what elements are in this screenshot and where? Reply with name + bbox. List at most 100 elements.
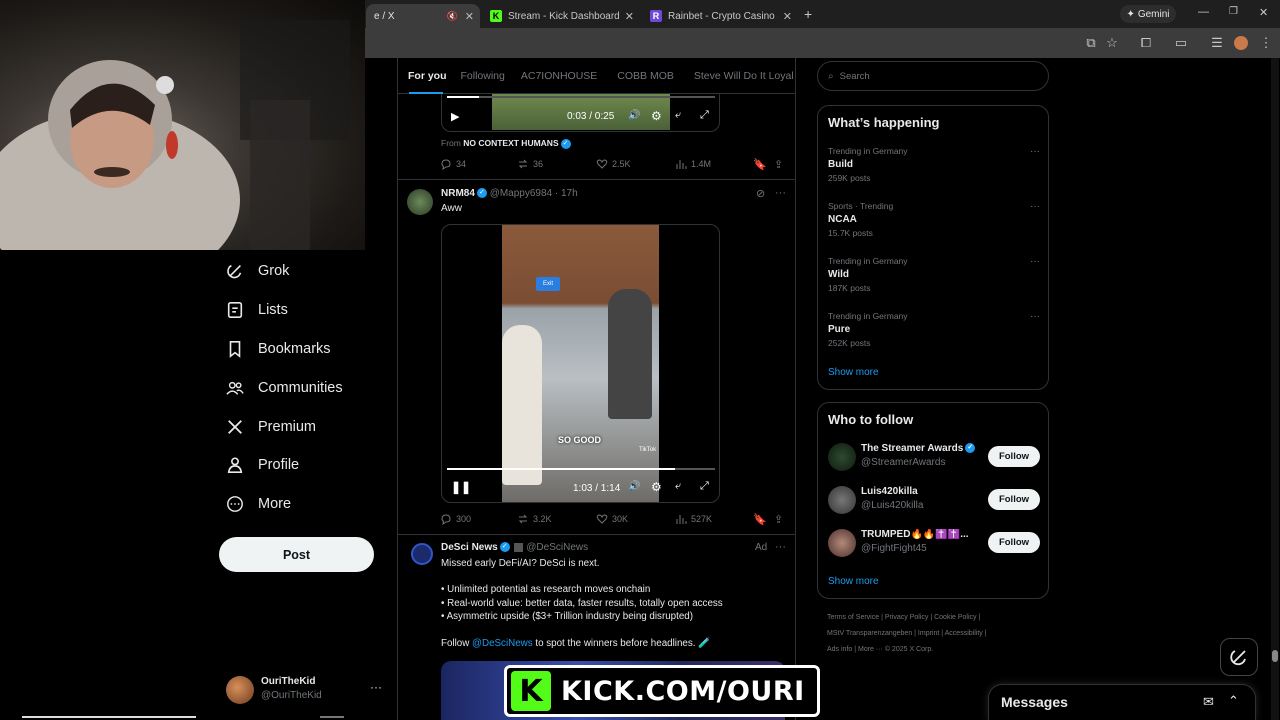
bookmark-star-icon[interactable]: ☆ (1103, 34, 1121, 52)
sidebar-item-premium[interactable]: Premium (226, 414, 316, 440)
install-app-icon[interactable]: ⧉ (1082, 34, 1100, 52)
like-button[interactable]: 2.5K (596, 158, 631, 170)
footer-links[interactable]: MStV Transparenzangeben | Imprint | Acce… (827, 630, 987, 637)
fullscreen-icon[interactable]: ⤢ (700, 109, 709, 122)
close-icon[interactable]: ✕ (465, 10, 474, 23)
author-handle[interactable]: @Mappy6984 (490, 188, 552, 199)
source-name[interactable]: NO CONTEXT HUMANS (463, 138, 558, 148)
bookmark-icon[interactable]: 🔖 (753, 158, 767, 171)
settings-gear-icon[interactable]: ⚙ (651, 480, 662, 494)
tab-steve[interactable]: Steve Will Do It Loyal (694, 70, 794, 82)
sidebar-item-communities[interactable]: Communities (226, 375, 343, 401)
new-tab-button[interactable]: + (804, 6, 812, 22)
tab-underline (409, 92, 443, 94)
mention-link[interactable]: @DeSciNews (472, 638, 533, 649)
account-switcher[interactable]: OuriTheKid @OuriTheKid ··· (226, 674, 384, 706)
scrollbar-thumb[interactable] (1272, 650, 1278, 662)
video-progress[interactable] (447, 96, 715, 98)
tab-ac7ionhouse[interactable]: AC7IONHOUSE (521, 70, 597, 82)
extensions-icon[interactable]: ⧠ (1137, 34, 1155, 52)
mute-icon[interactable]: 🔇 (447, 11, 458, 22)
bookmark-icon[interactable]: 🔖 (753, 513, 767, 526)
post-more-icon[interactable]: ··· (775, 187, 786, 199)
tab-following[interactable]: Following (461, 70, 505, 82)
trend-more-icon[interactable]: ··· (1030, 311, 1040, 322)
reply-button[interactable]: 300 (440, 513, 471, 525)
volume-icon[interactable]: 🔊 (628, 110, 640, 121)
tab-rainbet[interactable]: R Rainbet - Crypto Casino & Spo ✕ (642, 4, 798, 28)
grok-icon[interactable]: ⊘ (756, 187, 765, 200)
avatar[interactable] (407, 189, 433, 215)
sidebar-item-more[interactable]: More (226, 491, 291, 517)
volume-icon[interactable]: 🔊 (628, 481, 640, 492)
close-icon[interactable]: ✕ (625, 10, 634, 23)
follow-suggestion[interactable]: The Streamer Awards ✓ @StreamerAwards Fol… (828, 441, 1040, 473)
pip-icon[interactable]: ⤶ (675, 109, 681, 122)
avatar[interactable] (411, 543, 433, 565)
trend-item[interactable]: Trending in Germany Build 259K posts ··· (828, 146, 1040, 183)
video-player[interactable]: Exit SO GOOD TikTok ❚❚ 1:03 / 1:14 🔊 ⚙ ⤶… (441, 224, 720, 503)
post-more-icon[interactable]: ··· (775, 541, 786, 553)
follow-button[interactable]: Follow (988, 446, 1040, 467)
trend-item[interactable]: Sports · Trending NCAA 15.7K posts ··· (828, 201, 1040, 238)
search-input[interactable]: ⌕ Search (817, 61, 1049, 91)
tab-kick-dashboard[interactable]: K Stream - Kick Dashboard ✕ (482, 4, 640, 28)
minimize-icon[interactable]: — (1198, 6, 1209, 18)
repost-button[interactable]: 36 (517, 158, 543, 170)
tab-x[interactable]: e / X 🔇 ✕ (366, 4, 480, 28)
sidebar-item-lists[interactable]: Lists (226, 297, 288, 323)
reply-button[interactable]: 34 (440, 158, 466, 170)
trend-item[interactable]: Trending in Germany Pure 252K posts ··· (828, 311, 1040, 348)
account-more-icon[interactable]: ··· (370, 680, 382, 694)
settings-gear-icon[interactable]: ⚙ (651, 109, 662, 123)
browser-menu-icon[interactable]: ⋮ (1257, 34, 1275, 52)
author-name[interactable]: NRM84 (441, 188, 475, 199)
footer-links[interactable]: Terms of Service | Privacy Policy | Cook… (827, 614, 980, 621)
share-icon[interactable]: ⇪ (774, 158, 783, 171)
trend-more-icon[interactable]: ··· (1030, 146, 1040, 157)
grok-floating-button[interactable] (1220, 638, 1258, 676)
sidebar-item-profile[interactable]: Profile (226, 452, 299, 478)
page-scrollbar[interactable] (1271, 58, 1279, 720)
post-time[interactable]: · 17h (555, 188, 578, 199)
follow-button[interactable]: Follow (988, 489, 1040, 510)
close-window-icon[interactable]: ✕ (1259, 6, 1268, 19)
gemini-button[interactable]: ✦ Gemini (1120, 5, 1176, 23)
post-button[interactable]: Post (219, 537, 374, 572)
follow-button[interactable]: Follow (988, 532, 1040, 553)
tab-for-you[interactable]: For you (408, 70, 447, 82)
messages-drawer[interactable]: Messages ✉ ⌃ (988, 684, 1256, 720)
close-icon[interactable]: ✕ (783, 10, 792, 23)
tab-cobb-mob[interactable]: COBB MOB (617, 70, 674, 82)
sidebar-item-bookmarks[interactable]: Bookmarks (226, 336, 331, 362)
views-button[interactable]: 527K (675, 513, 712, 525)
author-handle[interactable]: @DeSciNews (526, 542, 588, 553)
pause-icon[interactable]: ❚❚ (451, 480, 471, 494)
fullscreen-icon[interactable]: ⤢ (700, 480, 709, 493)
restore-icon[interactable]: ❐ (1229, 6, 1238, 17)
trend-more-icon[interactable]: ··· (1030, 201, 1040, 212)
verified-badge-icon: ✓ (476, 188, 487, 199)
new-message-icon[interactable]: ✉ (1203, 694, 1214, 710)
profile-avatar-icon[interactable] (1232, 34, 1250, 52)
follow-suggestion[interactable]: TRUMPED🔥🔥✝️✝️... @FightFight45 Follow (828, 527, 1040, 559)
video-player[interactable]: ▶ 0:03 / 0:25 🔊 ⚙ ⤶ ⤢ (441, 94, 720, 132)
author-name[interactable]: DeSci News (441, 542, 498, 553)
video-progress[interactable] (447, 468, 715, 470)
repost-button[interactable]: 3.2K (517, 513, 552, 525)
pip-icon[interactable]: ⤶ (675, 480, 681, 493)
footer-links[interactable]: Ads info | More ··· © 2025 X Corp. (827, 646, 933, 653)
show-more-link[interactable]: Show more (828, 576, 879, 587)
expand-icon[interactable]: ⌃ (1228, 693, 1239, 709)
share-icon[interactable]: ⇪ (774, 513, 783, 526)
play-icon[interactable]: ▶ (451, 110, 459, 123)
like-button[interactable]: 30K (596, 513, 628, 525)
sidebar-item-grok[interactable]: Grok (226, 258, 289, 284)
views-button[interactable]: 1.4M (675, 158, 711, 170)
trend-more-icon[interactable]: ··· (1030, 256, 1040, 267)
reading-list-icon[interactable]: ☰ (1208, 34, 1226, 52)
sidepanel-icon[interactable]: ▭ (1172, 34, 1190, 52)
show-more-link[interactable]: Show more (828, 367, 879, 378)
follow-suggestion[interactable]: Luis420killa @Luis420killa Follow (828, 484, 1040, 516)
trend-item[interactable]: Trending in Germany Wild 187K posts ··· (828, 256, 1040, 293)
